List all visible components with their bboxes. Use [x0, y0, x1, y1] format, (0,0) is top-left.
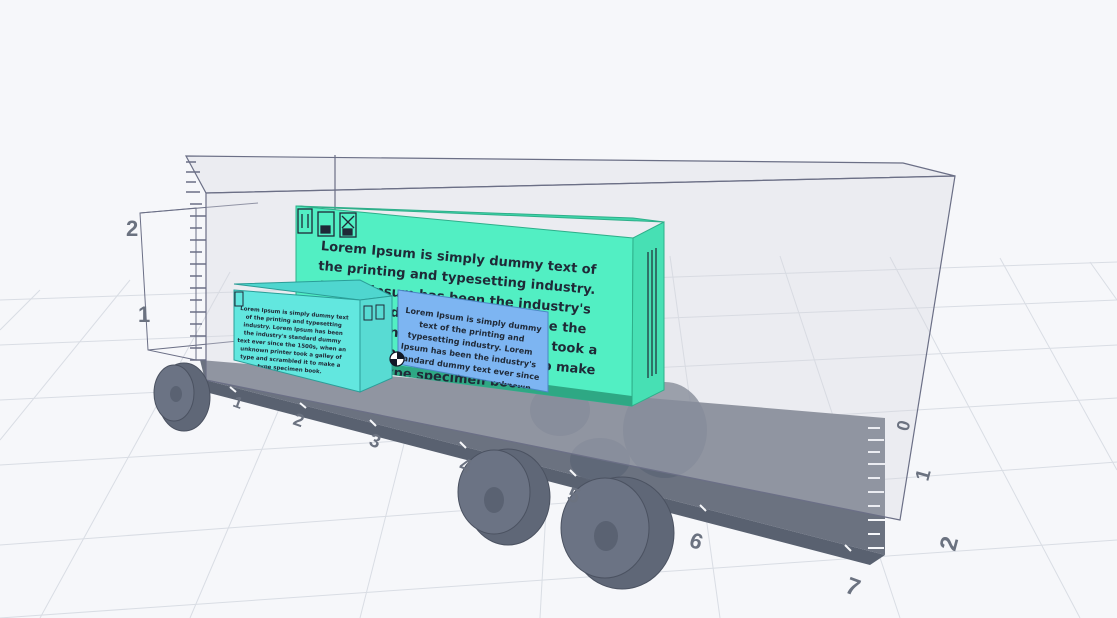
center-of-gravity-icon[interactable]: [389, 351, 405, 367]
scene-canvas[interactable]: Lorem Ipsum is simply dummy text of the …: [0, 0, 1117, 618]
length-tick-label: 7: [842, 572, 864, 602]
height-tick-label: 1: [138, 302, 150, 327]
width-tick-label: 2: [935, 534, 965, 554]
front-wheel: [153, 362, 211, 432]
width-tick-label: 1: [912, 467, 936, 483]
height-axis-labels: 2 1: [126, 216, 150, 327]
length-tick-label: 6: [686, 527, 706, 555]
truck-load-3d-viewport[interactable]: Lorem Ipsum is simply dummy text of the …: [0, 0, 1117, 618]
height-tick-label: 2: [126, 216, 138, 241]
